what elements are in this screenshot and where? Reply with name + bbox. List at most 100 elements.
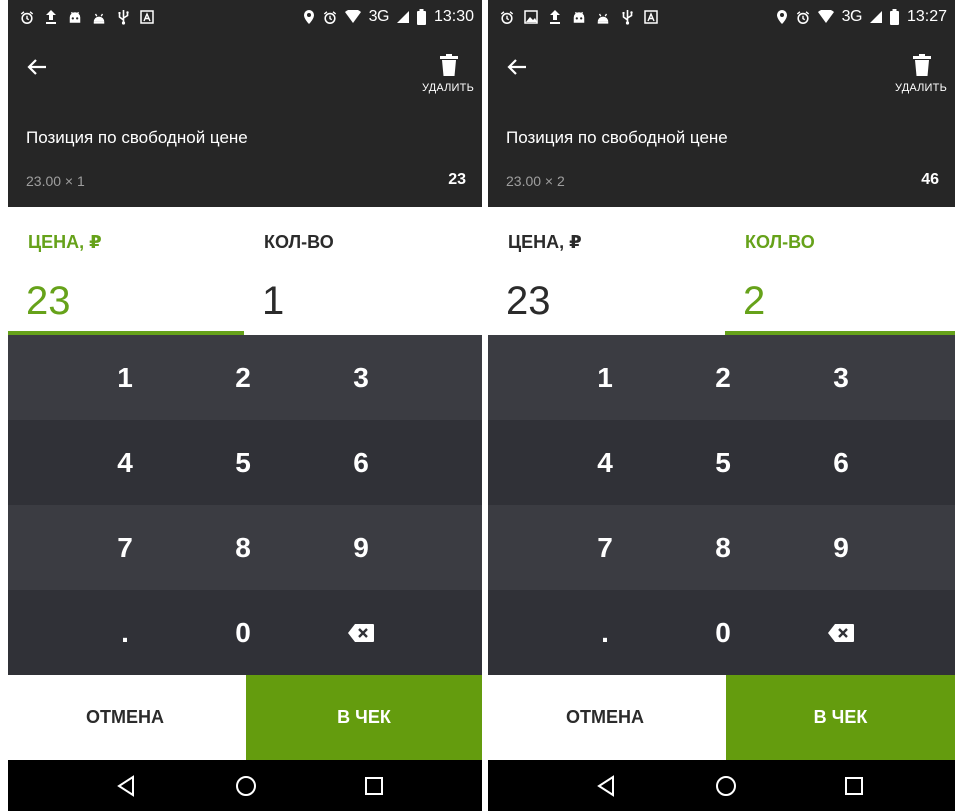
keypad-row: 4 5 6 <box>488 420 955 505</box>
price-field[interactable]: ЦЕНА, ₽ 23 <box>8 207 244 335</box>
key-6[interactable]: 6 <box>302 420 420 505</box>
quantity-value: 1 <box>262 279 285 323</box>
location-icon <box>302 9 316 25</box>
system-navigation-bar <box>488 760 955 811</box>
key-9[interactable]: 9 <box>302 505 420 590</box>
key-8[interactable]: 8 <box>664 505 782 590</box>
key-4[interactable]: 4 <box>66 420 184 505</box>
android-debug-icon <box>68 9 82 25</box>
item-calculation: 23.00 × 2 <box>506 173 565 189</box>
arrow-left-icon <box>507 59 526 75</box>
usb-icon <box>620 9 634 25</box>
price-label: ЦЕНА, ₽ <box>28 232 102 252</box>
status-system-icons: 3G 13:30 <box>302 8 474 26</box>
quantity-field[interactable]: КОЛ-ВО 2 <box>725 207 955 335</box>
nav-home-button[interactable] <box>216 760 276 811</box>
key-1[interactable]: 1 <box>66 335 184 420</box>
image-icon <box>524 9 538 25</box>
alarm-icon <box>500 9 514 25</box>
backspace-icon <box>348 623 374 642</box>
key-8[interactable]: 8 <box>184 505 302 590</box>
keyboard-a-icon <box>644 9 658 25</box>
item-header: УДАЛИТЬ Позиция по свободной цене 23.00 … <box>488 38 955 207</box>
keypad-row: 7 8 9 <box>488 505 955 590</box>
status-system-icons: 3G 13:27 <box>775 8 947 26</box>
item-header: УДАЛИТЬ Позиция по свободной цене 23.00 … <box>8 38 482 207</box>
keypad-row: . 0 <box>8 590 482 675</box>
keypad-row: 1 2 3 <box>8 335 482 420</box>
backspace-icon <box>828 623 854 642</box>
key-decimal[interactable]: . <box>66 590 184 675</box>
item-title: Позиция по свободной цене <box>506 128 728 147</box>
delete-button[interactable]: УДАЛИТЬ <box>877 52 947 100</box>
price-field[interactable]: ЦЕНА, ₽ 23 <box>488 207 725 335</box>
android-debug-icon <box>572 9 586 25</box>
arrow-left-icon <box>27 59 46 75</box>
android-icon <box>596 9 610 25</box>
backspace-key[interactable] <box>302 590 420 675</box>
keyboard-a-icon <box>140 9 154 25</box>
alarm-icon <box>323 9 337 25</box>
quantity-value: 2 <box>743 279 766 323</box>
key-0[interactable]: 0 <box>184 590 302 675</box>
backspace-key[interactable] <box>782 590 900 675</box>
add-to-receipt-button[interactable]: В ЧЕК <box>726 675 955 760</box>
input-fields: ЦЕНА, ₽ 23 КОЛ-ВО 2 <box>488 207 955 335</box>
circle-home-icon <box>716 775 736 796</box>
delete-button[interactable]: УДАЛИТЬ <box>404 52 474 100</box>
square-recents-icon <box>365 776 383 795</box>
network-type: 3G <box>368 8 390 25</box>
key-9[interactable]: 9 <box>782 505 900 590</box>
status-bar: 3G 13:30 <box>8 0 482 38</box>
key-3[interactable]: 3 <box>302 335 420 420</box>
nav-home-button[interactable] <box>696 760 756 811</box>
status-notification-icons <box>20 9 154 25</box>
triangle-back-icon <box>117 774 134 797</box>
alarm-icon <box>20 9 34 25</box>
price-value: 23 <box>26 279 71 323</box>
quantity-field[interactable]: КОЛ-ВО 1 <box>244 207 482 335</box>
trash-icon <box>440 54 458 76</box>
clock: 13:27 <box>906 8 947 25</box>
nav-recents-button[interactable] <box>824 760 884 811</box>
key-0[interactable]: 0 <box>664 590 782 675</box>
square-recents-icon <box>845 776 863 795</box>
quantity-label: КОЛ-ВО <box>264 232 334 252</box>
key-decimal[interactable]: . <box>546 590 664 675</box>
key-7[interactable]: 7 <box>546 505 664 590</box>
key-4[interactable]: 4 <box>546 420 664 505</box>
key-7[interactable]: 7 <box>66 505 184 590</box>
back-button[interactable] <box>26 56 56 86</box>
screen-right: 3G 13:27 УДАЛИТЬ Позиция по свободной це… <box>488 0 955 811</box>
key-3[interactable]: 3 <box>782 335 900 420</box>
add-to-receipt-button[interactable]: В ЧЕК <box>246 675 482 760</box>
key-6[interactable]: 6 <box>782 420 900 505</box>
item-total: 46 <box>921 171 939 188</box>
delete-label: УДАЛИТЬ <box>422 82 474 94</box>
input-fields: ЦЕНА, ₽ 23 КОЛ-ВО 1 <box>8 207 482 335</box>
status-bar: 3G 13:27 <box>488 0 955 38</box>
nav-recents-button[interactable] <box>344 760 404 811</box>
back-button[interactable] <box>506 56 536 86</box>
key-5[interactable]: 5 <box>184 420 302 505</box>
usb-icon <box>116 9 130 25</box>
battery-icon <box>417 9 427 25</box>
android-icon <box>92 9 106 25</box>
keypad-row: . 0 <box>488 590 955 675</box>
cancel-button[interactable]: ОТМЕНА <box>8 675 242 760</box>
nav-back-button[interactable] <box>576 760 636 811</box>
network-type: 3G <box>841 8 863 25</box>
key-2[interactable]: 2 <box>184 335 302 420</box>
alarm-icon <box>796 9 810 25</box>
key-1[interactable]: 1 <box>546 335 664 420</box>
item-total: 23 <box>448 171 466 188</box>
quantity-label: КОЛ-ВО <box>745 232 815 252</box>
cancel-button[interactable]: ОТМЕНА <box>488 675 722 760</box>
upload-icon <box>44 9 58 25</box>
nav-back-button[interactable] <box>96 760 156 811</box>
key-5[interactable]: 5 <box>664 420 782 505</box>
keypad-row: 7 8 9 <box>8 505 482 590</box>
system-navigation-bar <box>8 760 482 811</box>
key-2[interactable]: 2 <box>664 335 782 420</box>
screen-left: 3G 13:30 УДАЛИТЬ Позиция по свободной це… <box>8 0 482 811</box>
